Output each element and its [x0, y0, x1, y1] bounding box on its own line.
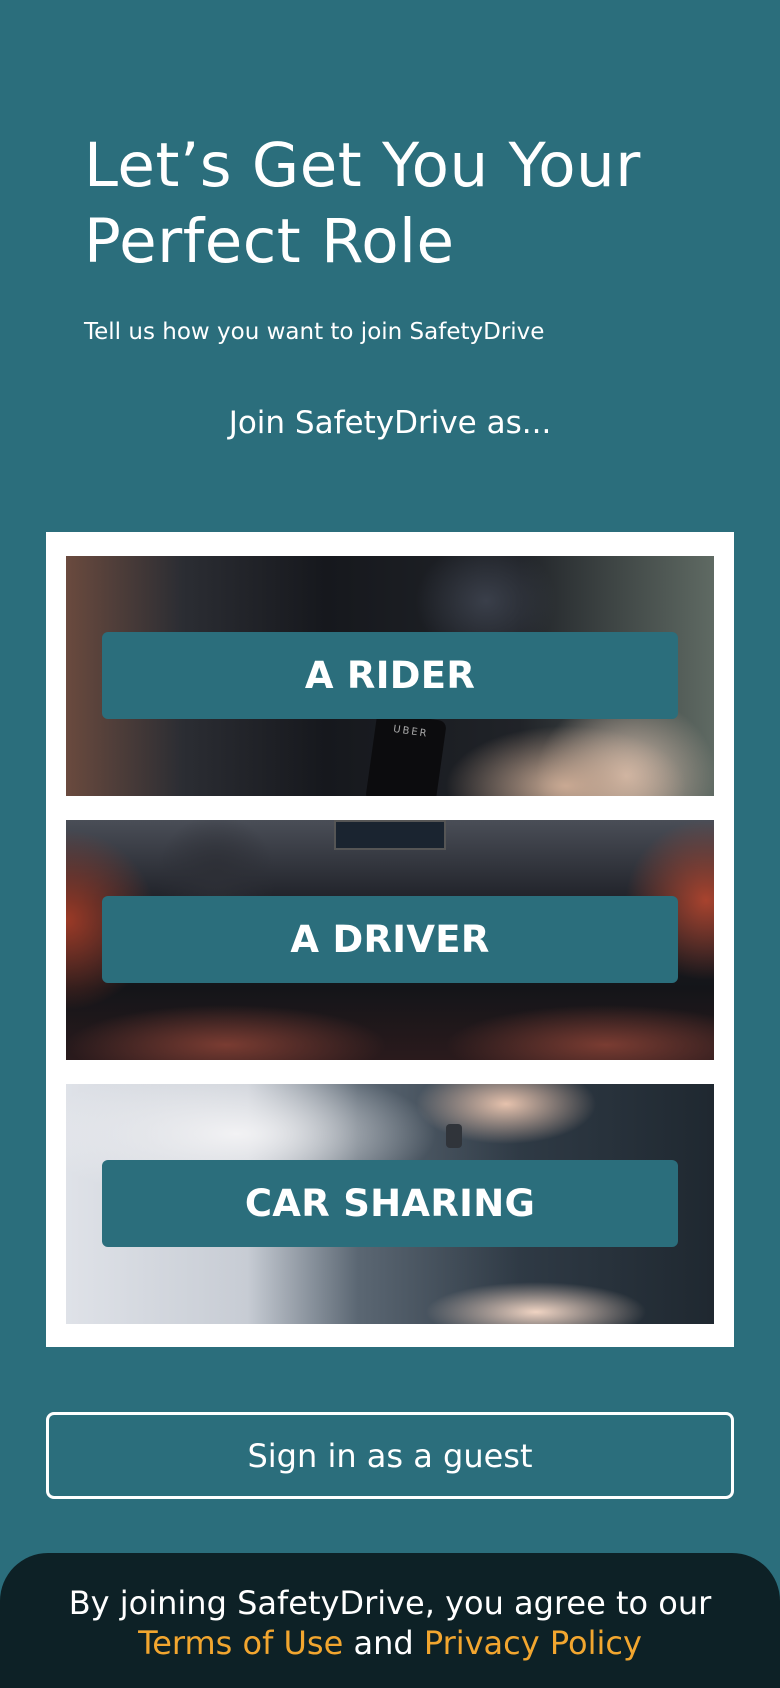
car-sharing-button[interactable]: CAR SHARING — [102, 1160, 678, 1247]
page-title: Let’s Get You Your Perfect Role — [84, 128, 724, 280]
join-as-label: Join SafetyDrive as... — [228, 405, 552, 441]
role-card-car-sharing[interactable]: CAR SHARING — [66, 1084, 714, 1324]
page-subtitle: Tell us how you want to join SafetyDrive — [84, 319, 545, 345]
role-selection-screen: Let’s Get You Your Perfect Role Tell us … — [0, 0, 780, 1688]
dashboard-screen-image — [334, 820, 446, 850]
role-card-driver[interactable]: A DRIVER — [66, 820, 714, 1060]
footer-and-text: and — [353, 1624, 414, 1662]
terms-of-use-link[interactable]: Terms of Use — [138, 1624, 343, 1662]
title-line-2: Perfect Role — [84, 206, 455, 277]
role-card-rider[interactable]: UBER A RIDER — [66, 556, 714, 796]
terms-footer: By joining SafetyDrive, you agree to our… — [0, 1553, 780, 1688]
privacy-policy-link[interactable]: Privacy Policy — [424, 1624, 642, 1662]
guest-sign-in-button[interactable]: Sign in as a guest — [46, 1412, 734, 1499]
footer-links-line: Terms of Use and Privacy Policy — [0, 1623, 780, 1663]
phone-image: UBER — [365, 711, 447, 796]
role-card-panel: UBER A RIDER A DRIVER CAR SHARING — [46, 532, 734, 1347]
phone-brand-text: UBER — [392, 723, 430, 740]
driver-button[interactable]: A DRIVER — [102, 896, 678, 983]
footer-agreement-text: By joining SafetyDrive, you agree to our — [68, 1584, 712, 1622]
title-line-1: Let’s Get You Your — [84, 130, 641, 201]
car-key-image — [446, 1124, 462, 1148]
rider-button[interactable]: A RIDER — [102, 632, 678, 719]
